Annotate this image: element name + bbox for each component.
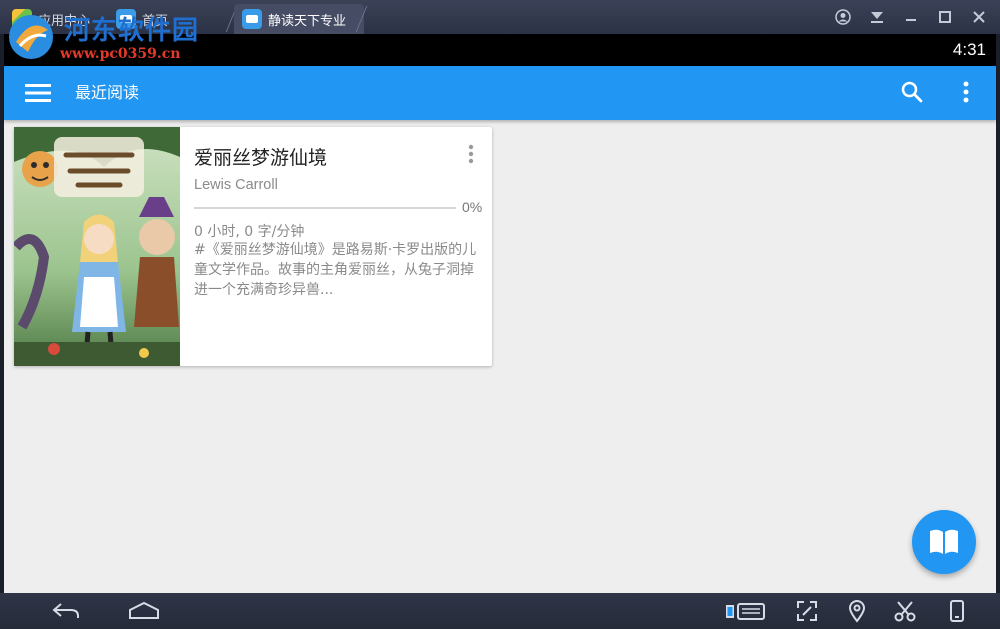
download-icon[interactable] <box>860 0 894 34</box>
overflow-menu-icon[interactable] <box>948 72 984 112</box>
back-icon[interactable] <box>48 596 84 626</box>
book-title: 爱丽丝梦游仙境 <box>194 147 328 169</box>
recent-books-list[interactable]: 爱丽丝梦游仙境 Lewis Carroll 0% 0 小时, 0 字/分钟 #《… <box>4 120 996 593</box>
location-icon[interactable] <box>842 596 872 626</box>
page-title: 最近阅读 <box>75 83 140 102</box>
card-overflow-icon[interactable] <box>460 141 482 167</box>
status-clock: 4:31 <box>952 40 986 59</box>
book-description: #《爱丽丝梦游仙境》是路易斯·卡罗出版的儿童文学作品。故事的主角爱丽丝，从兔子洞… <box>194 242 477 298</box>
watermark-url: www.pc0359.cn <box>60 46 181 62</box>
home-icon[interactable] <box>124 596 164 626</box>
account-icon[interactable] <box>826 0 860 34</box>
open-book-icon <box>930 529 958 554</box>
book-card[interactable]: 爱丽丝梦游仙境 Lewis Carroll 0% 0 小时, 0 字/分钟 #《… <box>14 127 492 366</box>
reading-progress-bar <box>194 207 456 209</box>
tab-label: 静读天下专业 <box>268 13 347 29</box>
reading-progress-label: 0% <box>462 199 483 215</box>
hamburger-menu-icon[interactable] <box>18 75 58 111</box>
maximize-icon[interactable] <box>928 0 962 34</box>
book-author: Lewis Carroll <box>194 177 278 193</box>
moon-reader-tab-icon <box>242 9 262 29</box>
fullscreen-icon[interactable] <box>792 596 822 626</box>
app-bar: 最近阅读 <box>4 66 996 120</box>
emulator-bottom-bar <box>0 593 1000 629</box>
watermark-logo-icon <box>9 15 53 59</box>
keyboard-icon[interactable] <box>722 596 768 626</box>
minimize-icon[interactable] <box>894 0 928 34</box>
search-icon[interactable] <box>892 72 932 112</box>
watermark-title: 河东软件园 <box>64 16 200 46</box>
reading-time: 0 小时, 0 字/分钟 <box>194 224 305 240</box>
window-controls <box>826 0 996 34</box>
open-book-button[interactable] <box>912 510 976 574</box>
close-icon[interactable] <box>962 0 996 34</box>
rotate-icon[interactable] <box>942 596 972 626</box>
book-cover-image[interactable] <box>14 127 180 366</box>
cut-icon[interactable] <box>890 596 920 626</box>
